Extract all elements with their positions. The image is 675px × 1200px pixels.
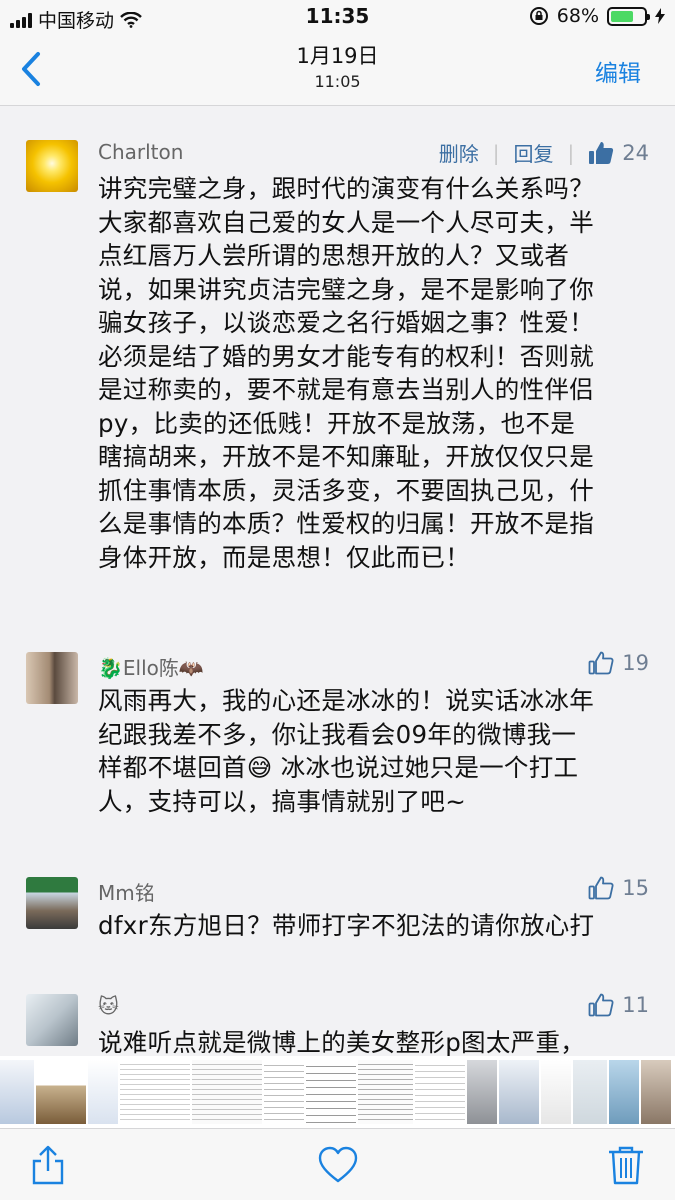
- divider: |: [492, 140, 500, 165]
- avatar[interactable]: [26, 140, 78, 192]
- edit-button[interactable]: 编辑: [595, 54, 641, 88]
- battery-icon: [607, 6, 650, 26]
- comment-actions: 19: [588, 650, 649, 676]
- photo-thumbnail[interactable]: [306, 1060, 356, 1124]
- reply-button[interactable]: 回复: [514, 138, 554, 167]
- delete-button[interactable]: 删除: [439, 138, 479, 167]
- photo-thumbnail[interactable]: [0, 1060, 34, 1124]
- like-button[interactable]: 19: [588, 650, 649, 676]
- thumbs-up-outline-icon: [588, 651, 614, 675]
- share-icon: [32, 1145, 64, 1185]
- like-button[interactable]: 11: [588, 992, 649, 1018]
- comment-actions: 删除 | 回复 | 24: [439, 138, 649, 167]
- heart-icon: [318, 1146, 358, 1183]
- comment-text: 风雨再大，我的心还是冰冰的！说实话冰冰年 纪跟我差不多，你让我看会09年的微博我…: [98, 686, 594, 816]
- share-button[interactable]: [26, 1143, 70, 1187]
- like-count: 11: [622, 993, 649, 1017]
- like-count: 19: [622, 651, 649, 675]
- username[interactable]: Charlton: [98, 140, 183, 164]
- photo-thumbnail[interactable]: [499, 1060, 539, 1124]
- photo-thumbnail[interactable]: [609, 1060, 639, 1124]
- comment-text: 说难听点就是微博上的美女整形p图太严重，: [98, 1028, 586, 1057]
- comment-text: dfxr东方旭日？带师打字不犯法的请你放心打: [98, 911, 595, 940]
- delete-button[interactable]: [604, 1143, 648, 1187]
- like-button[interactable]: 15: [588, 875, 649, 901]
- trash-icon: [609, 1146, 643, 1185]
- like-count: 15: [622, 876, 649, 900]
- photo-thumbnail[interactable]: [192, 1060, 262, 1124]
- username[interactable]: Mm铭: [98, 877, 155, 906]
- photo-thumbnail[interactable]: [36, 1060, 86, 1124]
- avatar[interactable]: [26, 652, 78, 704]
- divider: |: [567, 140, 575, 165]
- username[interactable]: 🐱: [98, 994, 119, 1018]
- photo-thumbnail-strip[interactable]: [0, 1056, 675, 1128]
- rotation-lock-icon: [529, 7, 548, 25]
- username[interactable]: 🐉Ello陈🦇: [98, 652, 204, 681]
- like-button[interactable]: 24: [588, 140, 649, 166]
- avatar[interactable]: [26, 994, 78, 1046]
- photo-thumbnail[interactable]: [573, 1060, 607, 1124]
- comment-actions: 15: [588, 875, 649, 901]
- photo-thumbnail[interactable]: [264, 1060, 304, 1124]
- status-bar: 中国移动 11:35 68%: [0, 0, 675, 34]
- photo-thumbnail[interactable]: [415, 1060, 465, 1124]
- photo-thumbnail[interactable]: [541, 1060, 571, 1124]
- photo-thumbnail[interactable]: [467, 1060, 497, 1124]
- bottom-toolbar: [0, 1128, 675, 1200]
- photo-thumbnail[interactable]: [120, 1060, 190, 1124]
- thumbs-up-outline-icon: [588, 993, 614, 1017]
- comment-text: 讲究完璧之身，跟时代的演变有什么关系吗？ 大家都喜欢自己爱的女人是一个人尽可夫，…: [98, 174, 594, 572]
- nav-title-date: 1月19日: [296, 44, 379, 68]
- navigation-bar: 1月19日 11:05 编辑: [0, 34, 675, 106]
- battery-percent: 68%: [556, 5, 599, 27]
- photo-thumbnail[interactable]: [88, 1060, 118, 1124]
- like-count: 24: [622, 140, 649, 165]
- photo-thumbnail[interactable]: [358, 1060, 413, 1124]
- photo-thumbnail[interactable]: [641, 1060, 671, 1124]
- like-button[interactable]: [316, 1143, 360, 1187]
- comment-actions: 11: [588, 992, 649, 1018]
- thumbs-up-outline-icon: [588, 876, 614, 900]
- nav-subtitle-time: 11:05: [314, 72, 361, 91]
- avatar[interactable]: [26, 877, 78, 929]
- charging-bolt-icon: [655, 8, 665, 24]
- thumbs-up-icon: [589, 141, 614, 164]
